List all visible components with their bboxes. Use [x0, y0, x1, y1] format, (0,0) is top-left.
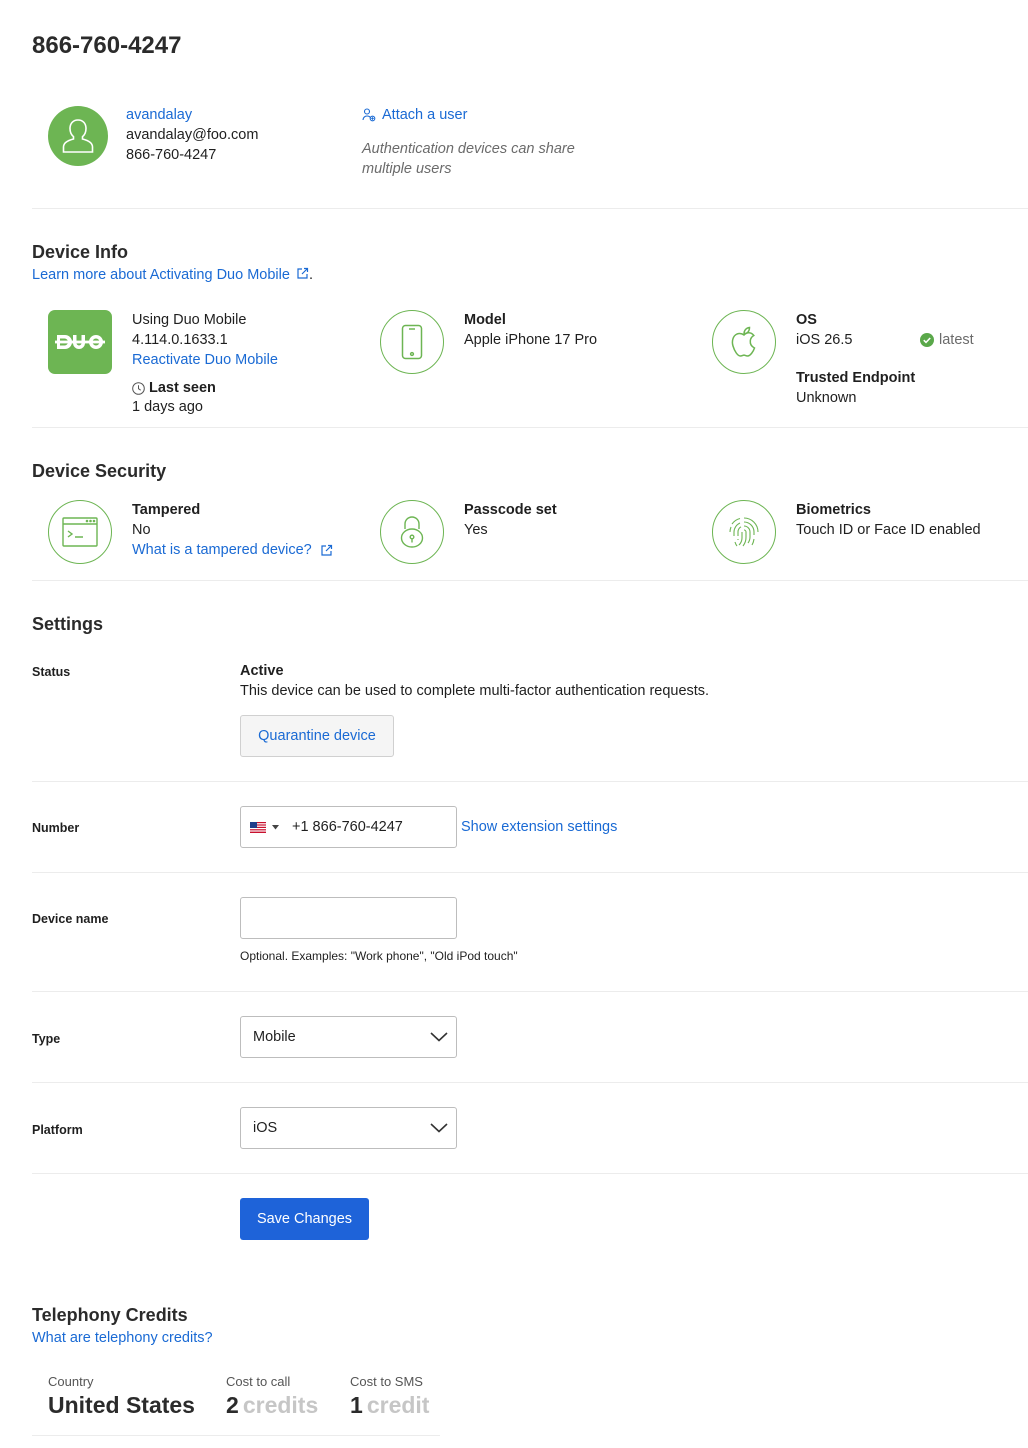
sms-cost-value: 1 — [350, 1392, 363, 1418]
last-seen-label: Last seen — [149, 380, 216, 396]
call-cost-column: Cost to call 2 credits — [226, 1374, 318, 1419]
platform-select-value: iOS — [253, 1120, 278, 1136]
country-label: Country — [48, 1374, 94, 1389]
learn-more-link[interactable]: Learn more about Activating Duo Mobile — [32, 267, 290, 283]
last-seen-value: 1 days ago — [132, 399, 203, 415]
model-info: Model Apple iPhone 17 Pro — [464, 310, 597, 350]
duo-app-info: Using Duo Mobile 4.114.0.1633.1 Reactiva… — [132, 310, 278, 416]
chevron-down-icon — [430, 1123, 448, 1133]
external-link-icon — [321, 544, 332, 556]
divider — [32, 1435, 440, 1436]
country-column: Country United States — [48, 1374, 195, 1419]
telephony-help-link[interactable]: What are telephony credits? — [32, 1329, 213, 1347]
divider — [32, 427, 1028, 428]
fingerprint-icon — [712, 500, 776, 564]
attach-user-label: Attach a user — [382, 107, 468, 123]
phone-number-value: +1 866-760-4247 — [292, 819, 403, 835]
country-code-dropdown[interactable] — [250, 821, 279, 833]
duo-version: 4.114.0.1633.1 — [132, 332, 228, 348]
duo-using: Using Duo Mobile — [132, 312, 247, 328]
biometrics-info: Biometrics Touch ID or Face ID enabled — [796, 500, 981, 540]
passcode-value: Yes — [464, 522, 488, 538]
phone-number-field[interactable]: +1 866-760-4247 — [240, 806, 457, 848]
platform-select[interactable]: iOS — [240, 1107, 457, 1149]
attach-user-note: Authentication devices can share multipl… — [362, 141, 575, 177]
divider — [32, 1082, 1028, 1083]
country-value: United States — [48, 1392, 195, 1418]
us-flag-icon — [250, 821, 266, 833]
user-phone: 866-760-4247 — [126, 147, 217, 163]
passcode-label: Passcode set — [464, 502, 557, 518]
biometrics-value: Touch ID or Face ID enabled — [796, 522, 981, 538]
os-value: iOS 26.5 — [796, 332, 853, 348]
type-label: Type — [32, 1032, 61, 1046]
lock-icon — [380, 500, 444, 564]
tampered-label: Tampered — [132, 502, 201, 518]
learn-more-row: Learn more about Activating Duo Mobile . — [32, 267, 313, 283]
model-value: Apple iPhone 17 Pro — [464, 332, 598, 348]
show-extension-settings-link[interactable]: Show extension settings — [461, 817, 617, 837]
call-cost-unit: credits — [242, 1392, 319, 1418]
type-select[interactable]: Mobile — [240, 1016, 457, 1058]
status-label: Status — [32, 665, 71, 679]
sms-cost-column: Cost to SMS 1 credit — [350, 1374, 429, 1419]
terminal-icon — [48, 500, 112, 564]
tampered-value: No — [132, 522, 151, 538]
telephony-title: Telephony Credits — [32, 1305, 188, 1325]
user-avatar-icon — [48, 106, 108, 166]
os-status: latest — [920, 330, 974, 350]
divider — [32, 991, 1028, 992]
attach-user-icon — [362, 108, 376, 122]
sms-cost-label: Cost to SMS — [350, 1374, 423, 1389]
reactivate-duo-link[interactable]: Reactivate Duo Mobile — [132, 352, 278, 368]
os-info: OS iOS 26.5 Trusted Endpoint Unknown — [796, 310, 915, 408]
phone-icon — [380, 310, 444, 374]
settings-title: Settings — [32, 614, 104, 634]
device-name-help: Optional. Examples: "Work phone", "Old i… — [240, 949, 518, 963]
device-name-input[interactable] — [240, 897, 457, 939]
device-security-title: Device Security — [32, 461, 167, 481]
duo-logo-icon — [48, 310, 112, 374]
clock-icon — [132, 381, 145, 395]
user-info: avandalay avandalay@foo.com 866-760-4247 — [126, 105, 258, 165]
divider — [32, 208, 1028, 209]
caret-down-icon — [272, 824, 279, 829]
number-label: Number — [32, 821, 80, 835]
page-title: 866-760-4247 — [32, 32, 182, 59]
status-info: Active This device can be used to comple… — [240, 661, 709, 701]
os-label: OS — [796, 312, 817, 328]
status-value: Active — [240, 663, 284, 679]
check-circle-icon — [920, 333, 934, 347]
device-info-title: Device Info — [32, 242, 129, 262]
sms-cost-unit: credit — [366, 1392, 430, 1418]
external-link-icon — [297, 267, 309, 279]
type-select-value: Mobile — [253, 1029, 296, 1045]
divider — [32, 781, 1028, 782]
trusted-endpoint-value: Unknown — [796, 390, 857, 406]
attach-user-link[interactable]: Attach a user — [362, 105, 467, 125]
divider — [32, 1173, 1028, 1174]
call-cost-label: Cost to call — [226, 1374, 291, 1389]
save-changes-button[interactable]: Save Changes — [240, 1198, 369, 1240]
status-description: This device can be used to complete mult… — [240, 683, 710, 699]
biometrics-label: Biometrics — [796, 502, 871, 518]
username-link[interactable]: avandalay — [126, 107, 192, 123]
quarantine-device-button[interactable]: Quarantine device — [240, 715, 394, 757]
trusted-endpoint-label: Trusted Endpoint — [796, 370, 916, 386]
tampered-help-link[interactable]: What is a tampered device? — [132, 540, 312, 560]
user-email: avandalay@foo.com — [126, 127, 259, 143]
device-name-label: Device name — [32, 912, 109, 926]
divider — [32, 580, 1028, 581]
chevron-down-icon — [430, 1032, 448, 1042]
divider — [32, 872, 1028, 873]
os-status-label: latest — [939, 332, 974, 348]
platform-label: Platform — [32, 1123, 83, 1137]
apple-icon — [712, 310, 776, 374]
passcode-info: Passcode set Yes — [464, 500, 557, 540]
tampered-info: Tampered No What is a tampered device? — [132, 500, 333, 560]
call-cost-value: 2 — [226, 1392, 239, 1418]
model-label: Model — [464, 312, 506, 328]
